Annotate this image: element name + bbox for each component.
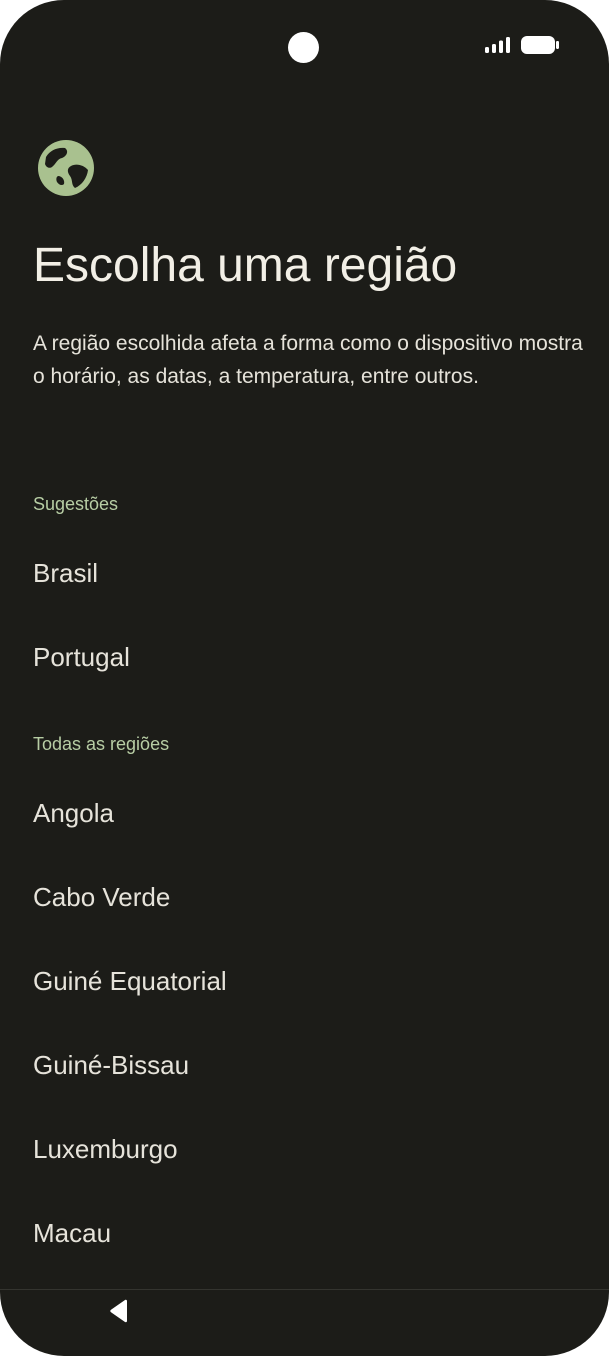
all-regions-header: Todas as regiões — [33, 734, 170, 754]
status-bar-icons — [485, 36, 559, 59]
back-triangle-icon — [108, 1299, 130, 1328]
region-item-angola[interactable]: Angola — [0, 771, 609, 855]
region-item-macau[interactable]: Macau — [0, 1191, 609, 1275]
region-item-portugal[interactable]: Portugal — [0, 615, 609, 699]
back-button[interactable] — [100, 1294, 138, 1332]
suggestions-header: Sugestões — [33, 494, 119, 514]
region-item-luxemburgo[interactable]: Luxemburgo — [0, 1107, 609, 1191]
region-item-cabo-verde[interactable]: Cabo Verde — [0, 855, 609, 939]
globe-icon — [38, 140, 94, 196]
navigation-bar — [0, 1290, 609, 1356]
region-item-brasil[interactable]: Brasil — [0, 531, 609, 615]
battery-icon — [521, 36, 559, 59]
page-description: A região escolhida afeta a forma como o … — [33, 332, 583, 388]
page-title: Escolha uma região — [33, 239, 458, 292]
region-item-guine-bissau[interactable]: Guiné-Bissau — [0, 1023, 609, 1107]
front-camera — [288, 32, 319, 63]
phone-screen: Escolha uma região A região escolhida af… — [0, 0, 609, 1356]
region-item-guine-equatorial[interactable]: Guiné Equatorial — [0, 939, 609, 1023]
cellular-signal-icon — [485, 37, 511, 58]
